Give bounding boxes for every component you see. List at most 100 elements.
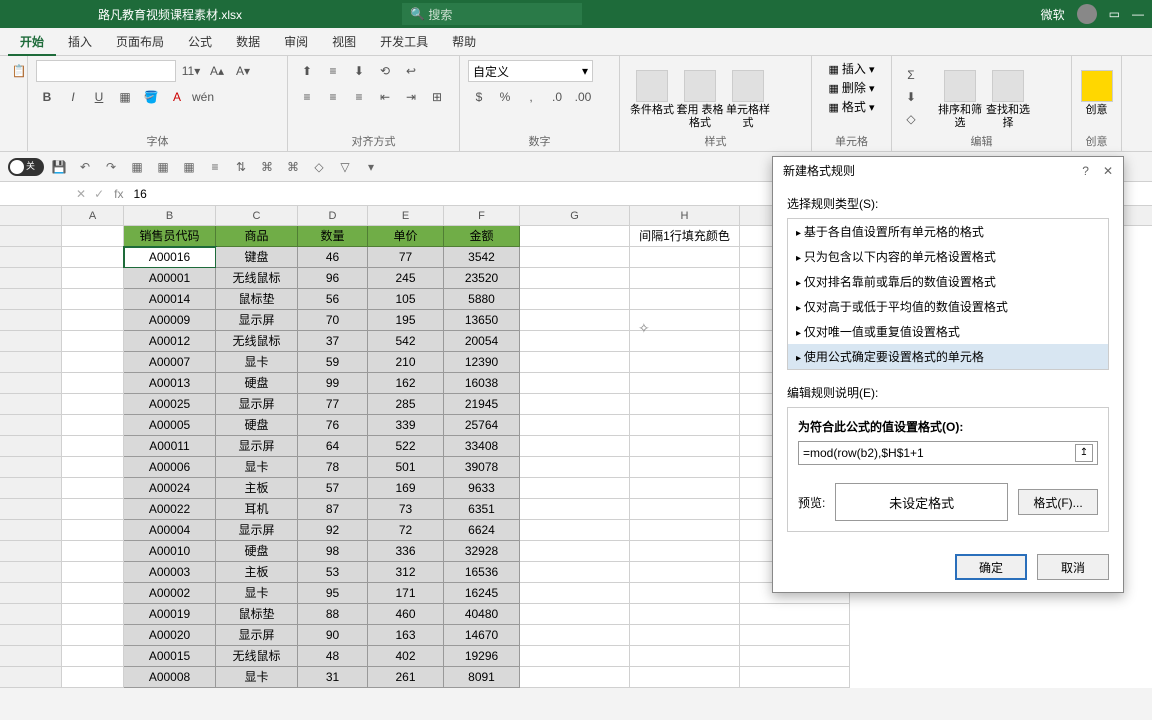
rule-type-item[interactable]: 使用公式确定要设置格式的单元格 <box>788 344 1108 369</box>
data-cell[interactable]: 9633 <box>444 478 520 499</box>
header-cell[interactable]: 商品 <box>216 226 298 247</box>
data-cell[interactable]: 336 <box>368 541 444 562</box>
qat-icon[interactable]: ▦ <box>126 156 148 178</box>
format-cells-button[interactable]: ▦ 格式 ▾ <box>828 98 874 115</box>
indent-dec-icon[interactable]: ⇤ <box>374 86 396 108</box>
data-cell[interactable]: A00006 <box>124 457 216 478</box>
data-cell[interactable]: 5880 <box>444 289 520 310</box>
col-header[interactable]: B <box>124 206 216 225</box>
rule-type-list[interactable]: 基于各自值设置所有单元格的格式只为包含以下内容的单元格设置格式仅对排名靠前或靠后… <box>787 218 1109 370</box>
percent-icon[interactable]: % <box>494 86 516 108</box>
tab-data[interactable]: 数据 <box>224 28 272 56</box>
data-cell[interactable]: A00002 <box>124 583 216 604</box>
col-header[interactable]: D <box>298 206 368 225</box>
data-cell[interactable]: 96 <box>298 268 368 289</box>
data-cell[interactable]: 25764 <box>444 415 520 436</box>
border-icon[interactable]: ▦ <box>114 86 136 108</box>
data-cell[interactable]: 鼠标垫 <box>216 604 298 625</box>
comma-icon[interactable]: , <box>520 86 542 108</box>
data-cell[interactable]: 285 <box>368 394 444 415</box>
underline-icon[interactable]: U <box>88 86 110 108</box>
data-cell[interactable]: A00013 <box>124 373 216 394</box>
data-cell[interactable]: 46 <box>298 247 368 268</box>
rule-type-item[interactable]: 仅对唯一值或重复值设置格式 <box>788 319 1108 344</box>
qat-icon[interactable]: ⌘ <box>256 156 278 178</box>
data-cell[interactable]: 显卡 <box>216 352 298 373</box>
data-cell[interactable]: A00019 <box>124 604 216 625</box>
paste-icon[interactable]: 📋 <box>8 60 30 82</box>
data-cell[interactable]: 78 <box>298 457 368 478</box>
data-cell[interactable]: 76 <box>298 415 368 436</box>
data-cell[interactable]: 6351 <box>444 499 520 520</box>
data-cell[interactable]: 16536 <box>444 562 520 583</box>
cancel-button[interactable]: 取消 <box>1037 554 1109 580</box>
col-header[interactable]: C <box>216 206 298 225</box>
data-cell[interactable]: 无线鼠标 <box>216 331 298 352</box>
data-cell[interactable]: 21945 <box>444 394 520 415</box>
data-cell[interactable]: 59 <box>298 352 368 373</box>
data-cell[interactable]: 显示屏 <box>216 310 298 331</box>
inc-dec-icon[interactable]: .0 <box>546 86 568 108</box>
data-cell[interactable]: 硬盘 <box>216 373 298 394</box>
phonetic-icon[interactable]: wén <box>192 86 214 108</box>
data-cell[interactable]: 鼠标垫 <box>216 289 298 310</box>
help-icon[interactable]: ? <box>1082 164 1089 178</box>
align-center-icon[interactable]: ≡ <box>322 86 344 108</box>
data-cell[interactable]: 主板 <box>216 478 298 499</box>
data-cell[interactable]: 460 <box>368 604 444 625</box>
col-header[interactable]: A <box>62 206 124 225</box>
enter-icon[interactable]: ✓ <box>90 187 108 201</box>
data-cell[interactable]: 16245 <box>444 583 520 604</box>
autosave-toggle[interactable]: 关 <box>8 158 44 176</box>
data-cell[interactable]: 主板 <box>216 562 298 583</box>
align-top-icon[interactable]: ⬆ <box>296 60 318 82</box>
data-cell[interactable]: 耳机 <box>216 499 298 520</box>
format-button[interactable]: 格式(F)... <box>1018 489 1098 515</box>
data-cell[interactable]: A00008 <box>124 667 216 688</box>
data-cell[interactable]: 31 <box>298 667 368 688</box>
undo-icon[interactable]: ↶ <box>74 156 96 178</box>
bold-icon[interactable]: B <box>36 86 58 108</box>
data-cell[interactable]: 88 <box>298 604 368 625</box>
data-cell[interactable]: 73 <box>368 499 444 520</box>
ribbon-display-icon[interactable]: ▭ <box>1109 7 1120 21</box>
grow-font-icon[interactable]: A▴ <box>206 60 228 82</box>
data-cell[interactable]: 无线鼠标 <box>216 646 298 667</box>
data-cell[interactable]: 56 <box>298 289 368 310</box>
data-cell[interactable]: 37 <box>298 331 368 352</box>
close-icon[interactable]: ✕ <box>1103 164 1113 178</box>
data-cell[interactable]: 245 <box>368 268 444 289</box>
data-cell[interactable]: 87 <box>298 499 368 520</box>
font-size[interactable]: 11▾ <box>180 60 202 82</box>
rule-type-item[interactable]: 只为包含以下内容的单元格设置格式 <box>788 244 1108 269</box>
data-cell[interactable]: 33408 <box>444 436 520 457</box>
ok-button[interactable]: 确定 <box>955 554 1027 580</box>
data-cell[interactable]: 72 <box>368 520 444 541</box>
data-cell[interactable]: 105 <box>368 289 444 310</box>
data-cell[interactable]: 20054 <box>444 331 520 352</box>
qat-icon[interactable]: ▦ <box>178 156 200 178</box>
data-cell[interactable]: 显卡 <box>216 583 298 604</box>
redo-icon[interactable]: ↷ <box>100 156 122 178</box>
font-select[interactable] <box>36 60 176 82</box>
qat-icon[interactable]: ⌘ <box>282 156 304 178</box>
shrink-font-icon[interactable]: A▾ <box>232 60 254 82</box>
fill-icon[interactable]: ⬇ <box>900 86 922 108</box>
data-cell[interactable]: A00007 <box>124 352 216 373</box>
header-cell[interactable]: 数量 <box>298 226 368 247</box>
data-cell[interactable]: 210 <box>368 352 444 373</box>
avatar[interactable] <box>1077 4 1097 24</box>
data-cell[interactable]: 95 <box>298 583 368 604</box>
data-cell[interactable]: 402 <box>368 646 444 667</box>
data-cell[interactable]: A00025 <box>124 394 216 415</box>
data-cell[interactable]: A00009 <box>124 310 216 331</box>
tab-home[interactable]: 开始 <box>8 28 56 56</box>
save-icon[interactable]: 💾 <box>48 156 70 178</box>
qat-more-icon[interactable]: ▾ <box>360 156 382 178</box>
rule-type-item[interactable]: 仅对高于或低于平均值的数值设置格式 <box>788 294 1108 319</box>
tab-layout[interactable]: 页面布局 <box>104 28 176 56</box>
col-header[interactable]: H <box>630 206 740 225</box>
data-cell[interactable]: 92 <box>298 520 368 541</box>
qat-icon[interactable]: ◇ <box>308 156 330 178</box>
tab-dev[interactable]: 开发工具 <box>368 28 440 56</box>
